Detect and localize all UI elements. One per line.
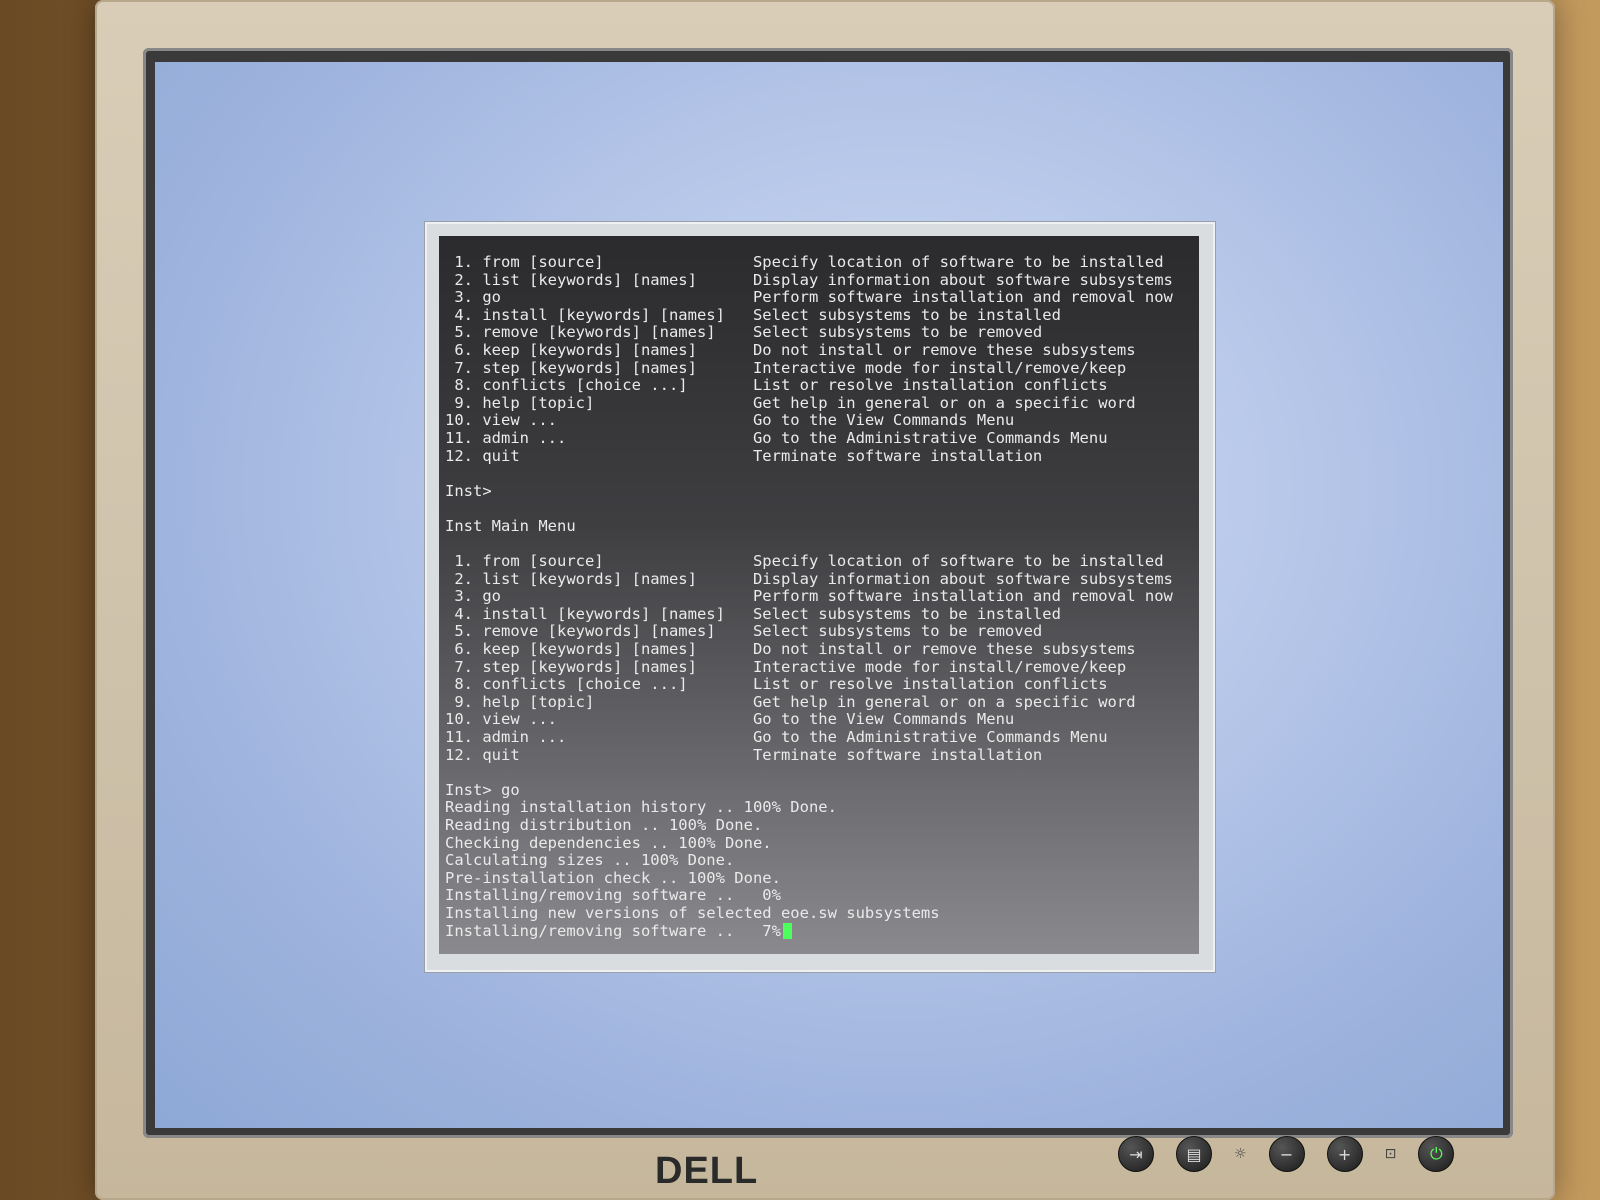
terminal-console[interactable]: 1. from [source] Specify location of sof… [439,236,1199,954]
terminal-line: 3. go Perform software installation and … [445,288,1173,307]
minus-button[interactable]: − [1268,1136,1305,1172]
terminal-line: 8. conflicts [choice ...] List or resolv… [445,675,1108,694]
terminal-line: 11. admin ... Go to the Administrative C… [445,728,1108,747]
monitor-brand-logo: DELL [655,1150,759,1192]
terminal-line: 8. conflicts [choice ...] List or resolv… [445,376,1108,395]
plus-icon: + [1337,1144,1352,1164]
terminal-line: 4. install [keywords] [names] Select sub… [445,604,1061,623]
desktop-screen: 1. from [source] Specify location of sof… [155,62,1503,1128]
terminal-line: 7. step [keywords] [names] Interactive m… [445,358,1127,377]
terminal-line: 9. help [topic] Get help in general or o… [445,692,1136,711]
brightness-icon: ☼ [1234,1146,1247,1162]
terminal-line: 10. view ... Go to the View Commands Men… [445,710,1015,729]
terminal-line: 2. list [keywords] [names] Display infor… [445,569,1173,588]
terminal-line: Inst> [445,481,492,500]
power-button[interactable]: ⏻ [1418,1136,1455,1172]
terminal-line: 3. go Perform software installation and … [445,587,1173,606]
terminal-line: 5. remove [keywords] [names] Select subs… [445,622,1043,641]
terminal-window: 1. from [source] Specify location of sof… [425,222,1215,972]
terminal-line: 1. from [source] Specify location of sof… [445,253,1164,271]
terminal-line: Inst> go [445,780,520,799]
input-source-button[interactable]: ⇥ [1118,1136,1154,1172]
terminal-line: 12. quit Terminate software installation [445,446,1043,465]
terminal-line: 10. view ... Go to the View Commands Men… [445,411,1015,430]
terminal-line: Installing new versions of selected eoe.… [445,903,940,922]
monitor-controls: ⇥ ▤ ☼ − + ⊡ ⏻ [1118,1136,1455,1172]
terminal-line: Reading distribution .. 100% Done. [445,816,763,834]
auto-adjust-icon: ⊡ [1384,1146,1397,1162]
terminal-line: Checking dependencies .. 100% Done. [445,833,772,852]
terminal-active-line: Installing/removing software .. 7% [445,921,1173,941]
terminal-line: Pre-installation check .. 100% Done. [445,868,781,887]
terminal-line: 12. quit Terminate software installation [445,745,1043,764]
plus-button[interactable]: + [1326,1136,1363,1172]
terminal-line: 11. admin ... Go to the Administrative C… [445,428,1108,447]
terminal-progress-text: Installing/removing software .. 7% [445,921,781,940]
minus-icon: − [1279,1144,1294,1164]
terminal-line: Calculating sizes .. 100% Done. [445,851,735,870]
terminal-line: Reading installation history .. 100% Don… [445,798,837,817]
terminal-line: 9. help [topic] Get help in general or o… [445,393,1136,412]
input-source-icon: ⇥ [1129,1144,1143,1164]
menu-button[interactable]: ▤ [1176,1136,1212,1172]
menu-icon: ▤ [1186,1144,1202,1164]
terminal-line: 6. keep [keywords] [names] Do not instal… [445,340,1136,359]
terminal-line: Installing/removing software .. 0% [445,886,781,905]
terminal-line: 5. remove [keywords] [names] Select subs… [445,323,1043,342]
terminal-line: 7. step [keywords] [names] Interactive m… [445,657,1127,676]
terminal-line: 6. keep [keywords] [names] Do not instal… [445,640,1136,659]
terminal-cursor [782,922,792,939]
power-icon: ⏻ [1429,1144,1443,1163]
terminal-line: 1. from [source] Specify location of sof… [445,552,1164,571]
terminal-line: 4. install [keywords] [names] Select sub… [445,305,1061,324]
terminal-output: 1. from [source] Specify location of sof… [445,253,1173,941]
terminal-line: Inst Main Menu [445,516,576,535]
terminal-line: 2. list [keywords] [names] Display infor… [445,270,1173,289]
